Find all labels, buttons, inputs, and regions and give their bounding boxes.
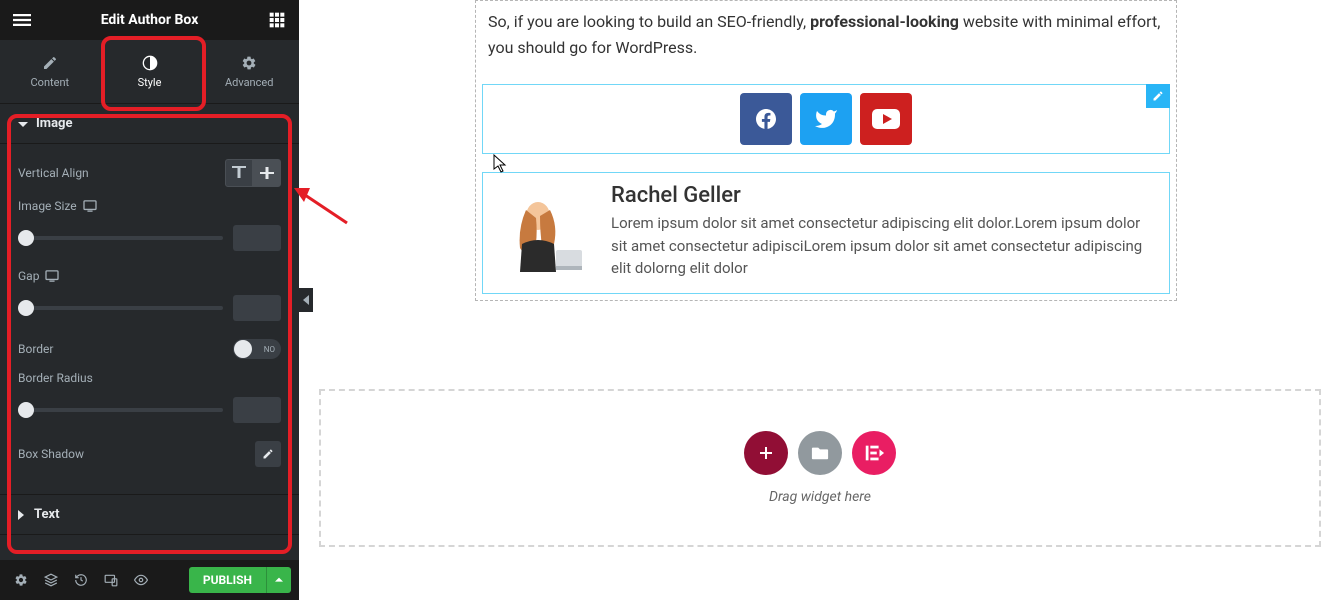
- section-text: Text: [0, 494, 299, 535]
- content-text: So, if you are looking to build an SEO-f…: [482, 1, 1170, 84]
- section-image-header[interactable]: Image: [0, 104, 299, 144]
- drop-section[interactable]: Drag widget here: [319, 389, 1321, 547]
- label-border-radius: Border Radius: [18, 371, 93, 385]
- vertical-align-group: [225, 159, 281, 187]
- tab-content[interactable]: Content: [0, 40, 100, 103]
- drop-buttons: [744, 431, 896, 475]
- tab-content-label: Content: [31, 76, 70, 89]
- tab-advanced[interactable]: Advanced: [199, 40, 299, 103]
- publish-caret[interactable]: [266, 567, 291, 593]
- content-section[interactable]: So, if you are looking to build an SEO-f…: [475, 0, 1177, 301]
- template-button[interactable]: [798, 431, 842, 475]
- history-icon[interactable]: [68, 567, 94, 593]
- twitter-button[interactable]: [800, 93, 852, 145]
- author-box-widget[interactable]: Rachel Geller Lorem ipsum dolor sit amet…: [482, 172, 1170, 294]
- elementskit-button[interactable]: [852, 431, 896, 475]
- label-image-size: Image Size: [18, 199, 77, 213]
- social-icons-widget[interactable]: [482, 84, 1170, 154]
- section-image: Image Vertical Align Image Size: [0, 104, 299, 494]
- tab-advanced-label: Advanced: [225, 76, 273, 89]
- section-text-title: Text: [34, 507, 60, 522]
- gap-input[interactable]: [233, 295, 281, 321]
- switch-label: NO: [264, 345, 275, 354]
- responsive-icon[interactable]: [98, 567, 124, 593]
- switch-thumb: [234, 340, 252, 358]
- navigator-icon[interactable]: [38, 567, 64, 593]
- border-switch[interactable]: NO: [233, 339, 281, 359]
- box-shadow-edit-button[interactable]: [255, 441, 281, 467]
- border-radius-slider[interactable]: [18, 408, 223, 412]
- settings-icon[interactable]: [8, 567, 34, 593]
- image-size-input[interactable]: [233, 225, 281, 251]
- topbar: Edit Author Box: [0, 0, 299, 40]
- tabs: Content Style Advanced: [0, 40, 299, 104]
- slider-thumb[interactable]: [18, 402, 34, 418]
- facebook-button[interactable]: [740, 93, 792, 145]
- slider-thumb[interactable]: [18, 300, 34, 316]
- section-image-body: Vertical Align Image Size: [0, 144, 299, 494]
- label-gap: Gap: [18, 269, 39, 283]
- section-text-header[interactable]: Text: [0, 494, 299, 535]
- section-image-title: Image: [36, 116, 72, 131]
- youtube-button[interactable]: [860, 93, 912, 145]
- author-description: Lorem ipsum dolor sit amet consectetur a…: [611, 212, 1159, 280]
- author-name: Rachel Geller: [611, 183, 1159, 208]
- responsive-icon[interactable]: [45, 270, 59, 282]
- label-vertical-align: Vertical Align: [18, 166, 89, 180]
- collapse-handle[interactable]: [299, 288, 313, 312]
- tab-style-label: Style: [138, 76, 162, 89]
- drop-text: Drag widget here: [769, 489, 871, 505]
- label-border: Border: [18, 342, 53, 356]
- apps-icon[interactable]: [265, 8, 289, 32]
- menu-icon[interactable]: [10, 8, 34, 32]
- gap-slider[interactable]: [18, 306, 223, 310]
- align-top-button[interactable]: [225, 159, 253, 187]
- author-image: [493, 183, 593, 283]
- preview-icon[interactable]: [128, 567, 154, 593]
- add-section-button[interactable]: [744, 431, 788, 475]
- slider-thumb[interactable]: [18, 230, 34, 246]
- author-body: Rachel Geller Lorem ipsum dolor sit amet…: [611, 183, 1159, 283]
- canvas: So, if you are looking to build an SEO-f…: [319, 0, 1341, 600]
- bottom-bar: PUBLISH: [0, 560, 299, 600]
- border-radius-input[interactable]: [233, 397, 281, 423]
- publish-button[interactable]: PUBLISH: [189, 567, 266, 593]
- responsive-icon[interactable]: [83, 200, 97, 212]
- widget-edit-button[interactable]: [1146, 84, 1170, 108]
- image-size-slider[interactable]: [18, 236, 223, 240]
- tab-style[interactable]: Style: [100, 40, 200, 103]
- align-middle-button[interactable]: [253, 159, 281, 187]
- panel-title: Edit Author Box: [34, 12, 265, 28]
- label-box-shadow: Box Shadow: [18, 447, 84, 461]
- sidebar-panel: Edit Author Box Content Style Advanced I…: [0, 0, 299, 600]
